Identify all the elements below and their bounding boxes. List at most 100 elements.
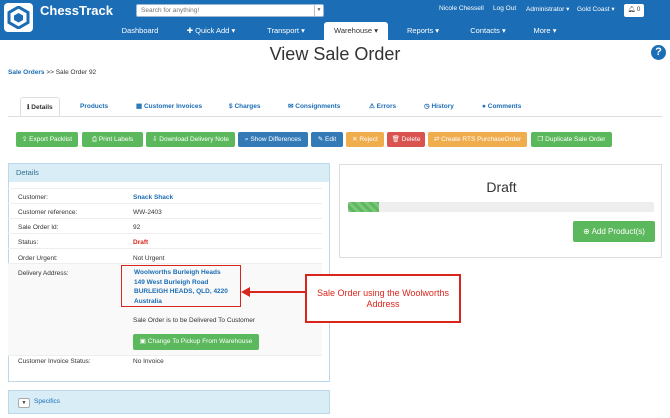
tab-charges[interactable]: $ Charges	[229, 97, 260, 116]
comment-icon: ●	[482, 103, 486, 110]
nav-dashboard[interactable]: Dashboard	[112, 22, 168, 40]
delete-button[interactable]: 🗑︎ Delete	[387, 132, 425, 147]
logo[interactable]	[4, 3, 33, 32]
brand-name[interactable]: ChessTrack	[40, 3, 113, 18]
address-line: 149 West Burleigh Road	[134, 278, 209, 286]
nav-contacts[interactable]: Contacts ▾	[461, 22, 515, 40]
specifics-panel[interactable]: ▼ Specifics	[8, 390, 330, 414]
search-icon: ⌕	[244, 136, 249, 143]
location-menu[interactable]: Gold Coast ▾	[577, 5, 615, 13]
tab-invoices-label: Customer Invoices	[143, 103, 203, 110]
info-icon: ℹ	[27, 104, 30, 111]
print-labels-button[interactable]: ⎙ Print Labels	[82, 132, 143, 147]
tab-details[interactable]: ℹ Details	[20, 97, 60, 116]
duplicate-label: Duplicate Sale Order	[545, 136, 606, 143]
annotation-arrow-icon	[241, 287, 307, 297]
plus-icon: ✚	[186, 26, 194, 35]
nav-quick-add[interactable]: ✚ Quick Add ▾	[178, 22, 244, 40]
nav-warehouse-label: Warehouse	[334, 26, 373, 35]
notifications-button[interactable]: 🔔︎ 0	[624, 4, 644, 17]
status-title: Draft	[486, 179, 517, 195]
add-products-label: Add Product(s)	[591, 227, 645, 236]
address-line: BURLEIGH HEADS, QLD, 4220	[134, 288, 228, 295]
delivery-address[interactable]: Woolworths Burleigh Heads 149 West Burle…	[134, 268, 228, 306]
nav-reports-label: Reports	[406, 26, 434, 35]
detail-row-customer: Customer: Snack Shack	[8, 188, 322, 203]
detail-row-status: Status: Draft	[8, 233, 322, 248]
detail-row-urgent: Order Urgent: Not Urgent	[8, 248, 322, 263]
tab-history[interactable]: ◷ History	[424, 97, 454, 116]
sale-order-id-label: Sale Order Id:	[18, 224, 59, 231]
status-value: Draft	[133, 239, 149, 246]
reject-label: Reject	[359, 136, 378, 143]
delete-label: Delete	[401, 136, 421, 143]
tab-consignments[interactable]: ✉ Consignments	[288, 97, 340, 116]
show-differences-label: Show Differences	[250, 136, 302, 143]
tab-errors-label: Errors	[376, 103, 397, 110]
tab-details-label: Details	[31, 104, 53, 111]
tab-errors[interactable]: ⚠ Errors	[369, 97, 396, 116]
edit-button[interactable]: ✎ Edit	[311, 132, 343, 147]
download-icon: ⇩	[152, 136, 158, 143]
status-label: Status:	[18, 239, 39, 246]
page-title: View Sale Order	[269, 44, 401, 64]
tab-comments[interactable]: ● Comments	[482, 97, 521, 116]
create-rts-purchaseorder-button[interactable]: ⇄ Create RTS PurchaseOrder	[428, 132, 527, 147]
role-menu[interactable]: Administrator ▾	[526, 5, 569, 13]
status-panel: Draft ⊕ Add Product(s)	[339, 164, 662, 258]
exchange-icon: ⇄	[433, 136, 440, 143]
change-to-pickup-button[interactable]: ▣ Change To Pickup From Warehouse	[133, 334, 259, 350]
tab-charges-label: Charges	[234, 103, 261, 110]
table-icon: ▦	[136, 103, 143, 110]
help-icon[interactable]: ?	[651, 45, 666, 60]
nav-transport[interactable]: Transport ▾	[255, 22, 317, 40]
tab-customer-invoices[interactable]: ▦ Customer Invoices	[136, 97, 202, 116]
search-dropdown-icon[interactable]: ▼	[314, 5, 323, 16]
annotation-line: Address	[366, 298, 400, 309]
invoice-status-value: No Invoice	[133, 358, 164, 365]
address-line: Australia	[134, 297, 162, 305]
download-note-label: Download Delivery Note	[159, 136, 229, 143]
warning-icon: ⚠	[369, 103, 375, 110]
annotation-callout: Sale Order using the Woolworths Address	[305, 274, 461, 323]
status-progress-bar	[348, 202, 654, 212]
download-delivery-note-button[interactable]: ⇩ Download Delivery Note	[146, 132, 235, 147]
customer-link[interactable]: Snack Shack	[133, 194, 173, 201]
reject-icon: ✕	[352, 136, 358, 143]
reject-button[interactable]: ✕ Reject	[346, 132, 384, 147]
tab-products[interactable]: Products	[80, 97, 108, 116]
nav-more-label: More	[533, 26, 551, 35]
show-differences-button[interactable]: ⌕ Show Differences	[238, 132, 308, 147]
location-label: Gold Coast	[577, 6, 610, 13]
customer-reference-label: Customer reference:	[18, 209, 78, 216]
nav-transport-label: Transport	[267, 26, 299, 35]
create-rts-label: Create RTS PurchaseOrder	[441, 136, 522, 143]
breadcrumb-sale-orders[interactable]: Sale Orders	[8, 69, 45, 76]
address-line: Woolworths Burleigh Heads	[134, 269, 221, 276]
pickup-label: Change To Pickup From Warehouse	[147, 338, 253, 345]
chesstrack-logo-icon	[7, 6, 30, 29]
nav-warehouse[interactable]: Warehouse ▾	[324, 22, 388, 40]
duplicate-sale-order-button[interactable]: ❐ Duplicate Sale Order	[531, 132, 612, 147]
nav-reports[interactable]: Reports ▾	[398, 22, 448, 40]
role-label: Administrator	[526, 6, 565, 13]
delivery-note: Sale Order is to be Delivered To Custome…	[133, 317, 255, 324]
tab-comments-label: Comments	[487, 103, 522, 110]
logout-link[interactable]: Log Out	[493, 5, 516, 12]
export-icon: ⇪	[21, 136, 28, 143]
search-box[interactable]: ▼	[136, 4, 324, 17]
copy-icon: ❐	[537, 136, 544, 143]
bell-icon: 🔔︎	[627, 7, 636, 13]
print-icon: ⎙	[91, 136, 98, 143]
trash-icon: 🗑︎	[391, 136, 400, 143]
order-urgent-label: Order Urgent:	[18, 255, 58, 262]
export-packlist-button[interactable]: ⇪ Export Packlist	[16, 132, 78, 147]
pickup-icon: ▣	[139, 338, 146, 345]
search-input[interactable]	[137, 5, 313, 16]
user-name[interactable]: Nicole Chessell	[439, 5, 484, 12]
detail-row-id: Sale Order Id: 92	[8, 218, 322, 233]
progress-fill	[348, 202, 379, 212]
add-products-button[interactable]: ⊕ Add Product(s)	[573, 221, 655, 242]
nav-more[interactable]: More ▾	[525, 22, 565, 40]
chevron-down-icon[interactable]: ▼	[18, 398, 30, 408]
